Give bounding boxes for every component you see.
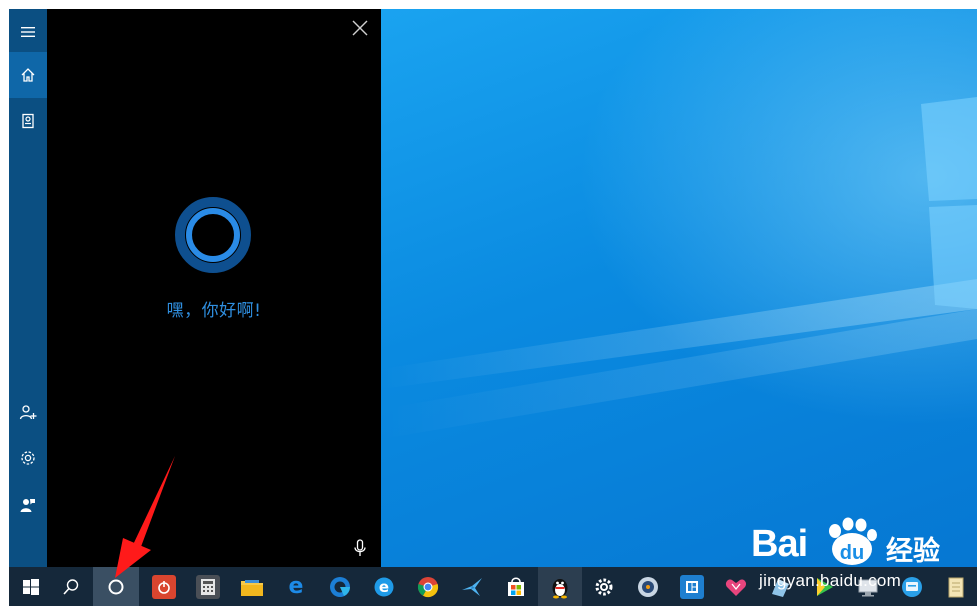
- settings-icon: [21, 451, 35, 465]
- taskbar-app-office[interactable]: [670, 567, 714, 606]
- watermark-url: jingyan.baidu.com: [759, 571, 902, 590]
- qq-icon: [552, 578, 568, 598]
- google-chrome-icon: [417, 576, 439, 597]
- media-app-icon: [638, 576, 658, 597]
- taskbar-app-power[interactable]: [142, 567, 186, 606]
- close-button[interactable]: [349, 17, 371, 39]
- cortana-greeting: 嘿，你好啊!: [166, 301, 262, 321]
- power-app-icon: [152, 574, 176, 599]
- home-button[interactable]: [9, 52, 47, 98]
- settings-button[interactable]: [9, 435, 47, 481]
- microsoft-edge-icon: e: [288, 574, 304, 599]
- watermark-suffix: 经验: [886, 536, 940, 567]
- office-app-icon: [680, 574, 704, 599]
- notebook-icon: [22, 113, 34, 129]
- taskbar-app-media[interactable]: [626, 567, 670, 606]
- microphone-icon: [354, 539, 366, 556]
- desktop-wallpaper[interactable]: [381, 9, 977, 567]
- taskbar-app-store[interactable]: [494, 567, 538, 606]
- taskbar-app-calculator[interactable]: [186, 567, 230, 606]
- baidu-paw-icon: du: [829, 517, 877, 565]
- pink-app-icon: [725, 579, 747, 596]
- menu-button[interactable]: [9, 9, 47, 55]
- taskbar-app-chrome[interactable]: [406, 567, 450, 606]
- add-user-icon: [19, 405, 37, 420]
- home-icon: [21, 68, 35, 82]
- watermark-brand: Bai: [751, 523, 808, 565]
- feedback-icon: [20, 499, 35, 512]
- calculator-icon: [196, 574, 220, 599]
- svg-text:e: e: [379, 578, 389, 596]
- edge-beta-icon: [330, 576, 350, 597]
- svg-text:du: du: [840, 542, 864, 564]
- cortana-panel: 嘿，你好啊!: [47, 9, 381, 567]
- taskbar-app-edge[interactable]: e: [274, 567, 318, 606]
- close-icon: [352, 20, 368, 36]
- cortana-button[interactable]: [93, 567, 139, 606]
- add-user-button[interactable]: [9, 389, 47, 435]
- cortana-circle-icon: [108, 579, 124, 594]
- search-icon: [63, 578, 79, 595]
- menu-icon: [21, 27, 35, 37]
- bird-app-icon: [462, 577, 482, 596]
- windows-start-icon: [23, 578, 39, 595]
- settings-app-icon: [595, 578, 613, 595]
- file-explorer-icon: [241, 579, 263, 596]
- microsoft-store-icon: [508, 577, 524, 596]
- cortana-ring-icon: [175, 197, 251, 273]
- taskbar-app-qq[interactable]: [538, 567, 582, 606]
- baidu-watermark: Bai du 经验 jingyan.baidu.com: [751, 517, 977, 597]
- taskbar-app-settings[interactable]: [582, 567, 626, 606]
- wallpaper-light-rays: [381, 97, 977, 439]
- taskbar-app-file-explorer[interactable]: [230, 567, 274, 606]
- taskbar-app-edge-beta[interactable]: [318, 567, 362, 606]
- search-button[interactable]: [49, 567, 93, 606]
- cortana-rail: [9, 9, 47, 567]
- internet-explorer-icon: e: [374, 577, 394, 596]
- notebook-button[interactable]: [9, 98, 47, 144]
- screen: 嘿，你好啊! e e Bai du 经验 jingyan.baidu.com: [9, 9, 977, 606]
- microphone-button[interactable]: [349, 537, 371, 559]
- start-button[interactable]: [9, 567, 53, 606]
- taskbar-app-bird[interactable]: [450, 567, 494, 606]
- taskbar-app-internet-explorer[interactable]: e: [362, 567, 406, 606]
- feedback-button[interactable]: [9, 482, 47, 528]
